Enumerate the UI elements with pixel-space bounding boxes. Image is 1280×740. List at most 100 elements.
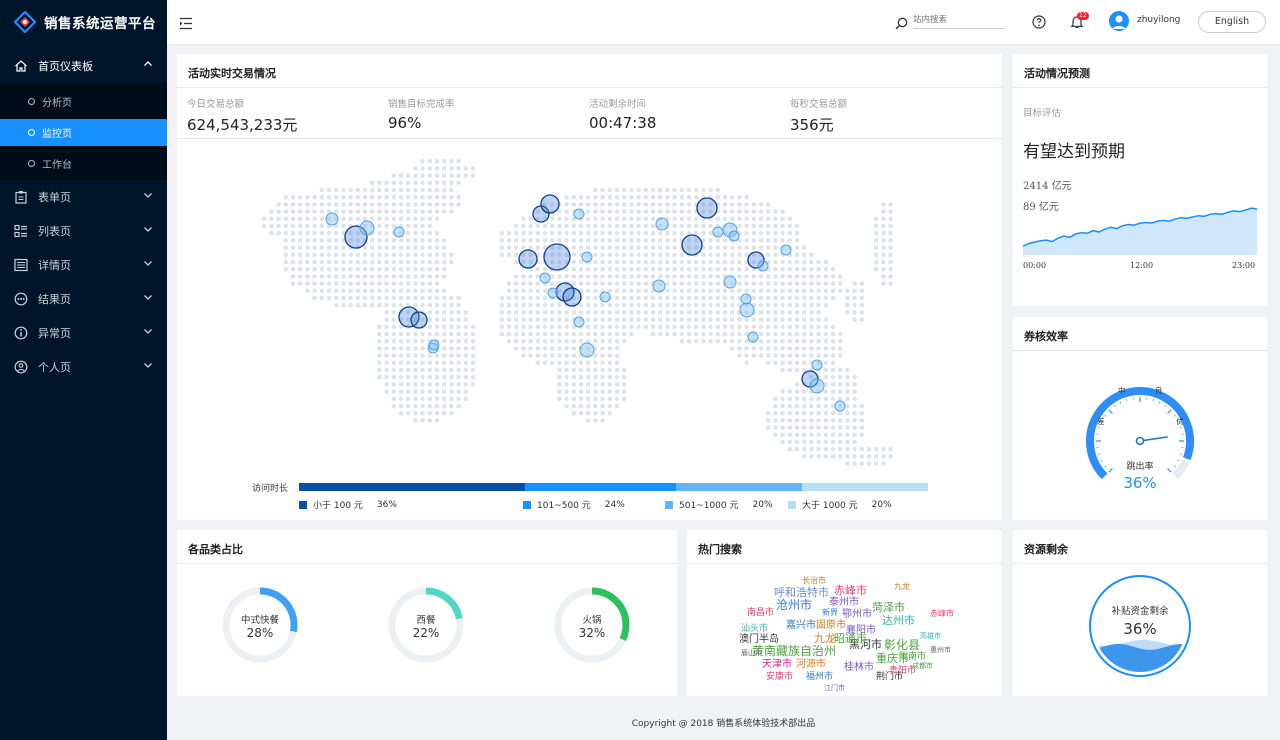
word-cloud-item[interactable]: 昭通市 [834, 633, 867, 644]
logo[interactable]: 销售系统运营平台 [0, 0, 167, 44]
word-cloud-item[interactable]: 沧州市 [776, 599, 812, 611]
submenu-item-monitor[interactable]: 监控页 [0, 119, 167, 146]
menu-exception[interactable]: 异常页 [0, 316, 167, 350]
word-cloud-item[interactable]: 河源市 [796, 660, 826, 670]
map-dot [715, 245, 721, 250]
map-dot [542, 338, 548, 344]
map-dot [585, 245, 591, 250]
map-dot [629, 259, 634, 265]
menu-result[interactable]: 结果页 [0, 282, 167, 316]
word-cloud-item[interactable]: 汕头市 [741, 625, 768, 634]
map-dot [672, 187, 677, 193]
map-dot [377, 346, 382, 351]
map-dot [801, 396, 807, 402]
map-dot [629, 302, 634, 308]
map-dot [801, 295, 807, 301]
menu-fold-icon[interactable] [179, 15, 193, 34]
map-dot [859, 446, 865, 452]
word-cloud-item[interactable]: 澳门半岛 [739, 635, 779, 645]
submenu-item-analysis[interactable]: 分析页 [0, 83, 167, 119]
word-cloud-item[interactable]: 鄂州市 [842, 610, 872, 620]
user-circle-icon [14, 360, 28, 374]
word-cloud-item[interactable]: 九龙 [894, 583, 910, 591]
map-dot [837, 439, 843, 445]
map-dot [355, 266, 361, 272]
map-dot [369, 194, 375, 200]
word-cloud-item[interactable]: 新界 [822, 609, 838, 617]
menu-dashboard[interactable]: 首页仪表板 [0, 49, 167, 83]
map-dot [391, 245, 397, 250]
map-dot [470, 324, 476, 330]
map-bubble [539, 272, 551, 284]
map-dot [816, 439, 821, 445]
map-dot [607, 317, 613, 322]
map-dot [787, 324, 793, 330]
map-dot [564, 202, 569, 207]
word-cloud-item[interactable]: 赤峰市 [834, 585, 867, 596]
word-cloud-item[interactable]: 福州市 [806, 673, 833, 682]
map-dot [420, 166, 425, 171]
search-input[interactable] [913, 11, 1005, 29]
map-dot [593, 353, 598, 358]
word-cloud-item[interactable]: 泰州市 [829, 598, 859, 608]
map-dot [852, 403, 857, 409]
map-dot [744, 230, 749, 236]
map-dot [744, 353, 749, 358]
word-cloud-item[interactable]: 彰化县 [884, 639, 920, 651]
search-icon[interactable] [895, 15, 908, 34]
map-dot [686, 288, 692, 294]
map-dot [614, 389, 620, 394]
map-dot [420, 281, 425, 286]
menu-detail[interactable]: 详情页 [0, 248, 167, 282]
map-dot [470, 173, 476, 178]
map-dot [773, 252, 778, 258]
word-cloud-item[interactable]: 天津市 [762, 660, 792, 670]
map-dot [809, 353, 814, 358]
map-dot [593, 295, 598, 301]
word-cloud-item[interactable]: 陇南市 [899, 653, 926, 662]
map-dot [585, 216, 591, 222]
word-cloud-item[interactable]: 桂林市 [844, 663, 874, 673]
map-dot [830, 360, 836, 366]
word-cloud-item[interactable]: 长治市 [802, 577, 826, 585]
word-cloud-item[interactable]: 达州市 [882, 615, 915, 626]
menu-list[interactable]: 列表页 [0, 214, 167, 248]
avatar[interactable] [1109, 11, 1129, 31]
menu-account[interactable]: 个人页 [0, 350, 167, 384]
map-dot [701, 295, 706, 301]
map-dot [801, 346, 807, 351]
word-cloud-item[interactable]: 江门市 [824, 685, 845, 692]
map-dot [823, 338, 829, 344]
help-icon[interactable] [1032, 14, 1046, 33]
word-cloud-item[interactable]: 固原市 [816, 621, 846, 631]
word-cloud-item[interactable]: 嘉兴市 [786, 621, 816, 631]
word-cloud-item[interactable]: 安康市 [766, 673, 793, 682]
word-cloud-item[interactable]: 成都市 [912, 663, 933, 670]
word-cloud-item[interactable]: 菏泽市 [872, 602, 905, 613]
map-dot [686, 331, 692, 337]
map-dot [384, 238, 389, 243]
word-cloud-item[interactable]: 南昌市 [747, 609, 774, 618]
map-dot [614, 317, 620, 322]
word-cloud-item[interactable]: 惠州市 [930, 647, 951, 654]
word-cloud-item[interactable]: 九龙 [814, 633, 836, 644]
menu-form[interactable]: 表单页 [0, 180, 167, 214]
map-dot [326, 295, 332, 301]
map-dot [578, 266, 584, 272]
language-button[interactable]: English [1198, 11, 1266, 33]
map-dot [794, 439, 800, 445]
submenu-item-workbench[interactable]: 工作台 [0, 146, 167, 180]
word-cloud-item[interactable]: 呼和浩特市 [774, 587, 829, 598]
word-cloud-item[interactable]: 眉山市 [741, 650, 762, 657]
map-dot [614, 310, 620, 315]
word-cloud-item[interactable]: 高雄市 [920, 633, 941, 640]
word-cloud-item[interactable]: 黄南藏族自治州 [752, 645, 836, 657]
map-dot [585, 302, 591, 308]
map-dot [758, 230, 764, 236]
username[interactable]: zhuyilong [1137, 15, 1180, 25]
map-dot [449, 324, 454, 330]
word-cloud-item[interactable]: 赤峰市 [930, 610, 954, 618]
map-dot [737, 216, 742, 222]
map-dot [557, 317, 562, 322]
map-dot [312, 281, 317, 286]
